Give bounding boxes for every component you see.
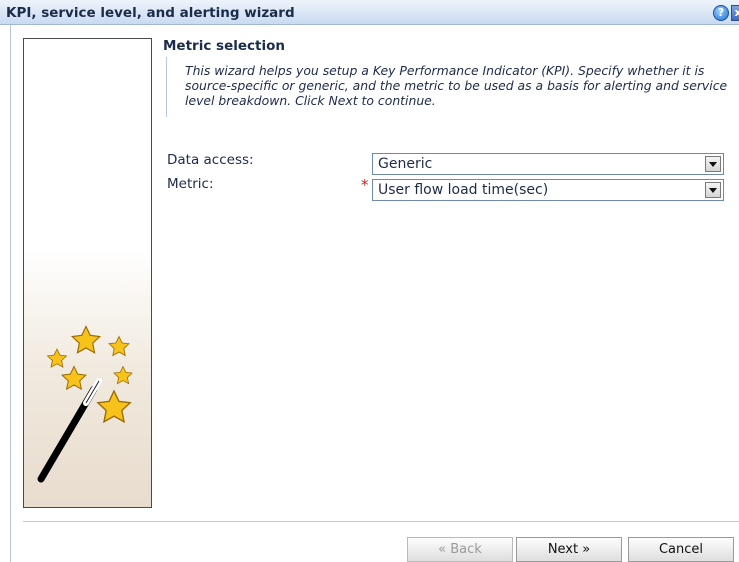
wizard-title-bar: KPI, service level, and alerting wizard … bbox=[0, 0, 739, 25]
close-icon[interactable]: x bbox=[731, 5, 739, 21]
step-description: This wizard helps you setup a Key Perfor… bbox=[166, 57, 739, 117]
data-access-select[interactable]: Generic bbox=[372, 153, 724, 175]
footer-divider bbox=[23, 521, 739, 522]
data-access-value: Generic bbox=[378, 156, 433, 172]
data-access-label: Data access: bbox=[167, 152, 254, 168]
chevron-down-icon[interactable] bbox=[705, 182, 721, 198]
metric-label: Metric: bbox=[167, 176, 214, 192]
metric-select[interactable]: User flow load time(sec) bbox=[372, 179, 724, 201]
step-description-text: This wizard helps you setup a Key Perfor… bbox=[185, 63, 728, 108]
wizard-side-panel bbox=[23, 38, 152, 508]
chevron-down-icon[interactable] bbox=[705, 156, 721, 172]
next-button[interactable]: Next » bbox=[516, 537, 622, 562]
back-button[interactable]: « Back bbox=[407, 537, 513, 562]
help-icon[interactable]: ? bbox=[713, 5, 729, 21]
magic-wand-stars-icon bbox=[37, 325, 133, 483]
wizard-title: KPI, service level, and alerting wizard bbox=[6, 5, 295, 21]
cancel-button[interactable]: Cancel bbox=[628, 537, 734, 562]
metric-value: User flow load time(sec) bbox=[378, 182, 549, 198]
dialog-left-border bbox=[10, 25, 11, 562]
step-title: Metric selection bbox=[163, 38, 285, 54]
required-indicator: * bbox=[361, 176, 369, 194]
